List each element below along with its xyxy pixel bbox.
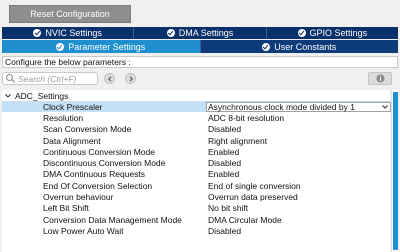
search-toolbar <box>2 70 398 88</box>
param-name: Resolution <box>43 112 84 123</box>
param-value: ADC 8-bit resolution <box>208 112 285 123</box>
next-icon <box>129 75 133 82</box>
param-value: Disabled <box>208 124 242 135</box>
tab-label: NVIC Settings <box>45 28 102 38</box>
param-name: Continuous Conversion Mode <box>43 146 155 157</box>
param-value: No bit shift <box>208 203 249 214</box>
check-icon <box>56 42 65 51</box>
tab-label: DMA Settings <box>178 28 234 38</box>
vertical-scrollbar[interactable] <box>391 90 398 252</box>
param-row[interactable]: Conversion Data Management Mode DMA Circ… <box>2 214 390 225</box>
param-name: DMA Continuous Requests <box>43 169 146 180</box>
param-row[interactable]: Overrun behaviour Overrun data preserved <box>2 191 390 202</box>
param-name: Discontinuous Conversion Mode <box>43 158 166 169</box>
param-row[interactable]: Clock Prescaler Asynchronous clock mode … <box>2 101 391 113</box>
param-value: Overrun data preserved <box>208 192 298 203</box>
param-name: Overrun behaviour <box>43 192 114 203</box>
param-value: Disabled <box>208 225 242 236</box>
check-icon <box>166 29 175 37</box>
param-value: DMA Circular Mode <box>208 214 282 225</box>
tab-label: Parameter Settings <box>68 41 146 52</box>
param-row[interactable]: Discontinuous Conversion Mode Disabled <box>2 157 390 168</box>
group-label: ADC_Settings <box>15 90 69 101</box>
info-icon <box>376 74 384 83</box>
param-row[interactable]: Continuous Conversion Mode Enabled <box>2 146 390 157</box>
tab-label: GPIO Settings <box>309 28 368 38</box>
param-row[interactable]: Left Bit Shift No bit shift <box>2 203 390 214</box>
check-icon <box>297 29 306 37</box>
param-row[interactable]: Scan Conversion Mode Disabled <box>2 124 390 135</box>
param-value: Right alignment <box>208 135 268 146</box>
param-value: Disabled <box>208 158 242 169</box>
collapse-icon <box>5 93 11 98</box>
prev-icon <box>107 75 111 82</box>
configure-instructions: Configure the below parameters : <box>2 56 398 68</box>
configure-text: Configure the below parameters : <box>5 57 131 67</box>
check-icon <box>262 42 271 51</box>
tab-parameter-settings[interactable]: Parameter Settings <box>2 40 201 53</box>
tab-bar-top: NVIC Settings DMA Settings GPIO Settings <box>2 27 398 39</box>
scrollbar-thumb[interactable] <box>393 92 398 250</box>
param-name: Clock Prescaler <box>43 101 103 112</box>
param-row[interactable]: Low Power Auto Wait Disabled <box>2 225 390 236</box>
search-next-button[interactable] <box>125 73 136 84</box>
search-input[interactable] <box>16 73 94 84</box>
param-name: Low Power Auto Wait <box>43 225 124 236</box>
param-row[interactable]: Resolution ADC 8-bit resolution <box>2 112 390 123</box>
tab-nvic-settings[interactable]: NVIC Settings <box>2 27 135 39</box>
param-name: End Of Conversion Selection <box>43 180 153 191</box>
param-row[interactable]: End Of Conversion Selection End of singl… <box>2 180 390 191</box>
param-value: Asynchronous clock mode divided by 1 <box>208 101 355 112</box>
tab-label: User Constants <box>274 41 337 52</box>
param-value: Enabled <box>208 169 240 180</box>
check-icon <box>33 29 42 37</box>
param-name: Left Bit Shift <box>43 203 89 214</box>
param-value: Enabled <box>208 146 240 157</box>
search-box[interactable] <box>2 72 98 85</box>
reset-configuration-button[interactable]: Reset Configuration <box>9 5 131 23</box>
param-name: Data Alignment <box>43 135 101 146</box>
tab-dma-settings[interactable]: DMA Settings <box>134 27 267 39</box>
search-icon <box>5 73 15 83</box>
parameter-tree: ADC_Settings Clock Prescaler Asynchronou… <box>2 90 391 252</box>
param-name: Conversion Data Management Mode <box>43 214 182 225</box>
tab-bar-bottom: Parameter Settings User Constants <box>2 40 398 53</box>
tab-user-constants[interactable]: User Constants <box>201 40 399 53</box>
tab-gpio-settings[interactable]: GPIO Settings <box>267 27 398 39</box>
param-value: End of single conversion <box>208 180 301 191</box>
dropdown-toggle[interactable] <box>380 101 390 112</box>
group-adc-settings[interactable]: ADC_Settings <box>2 90 390 101</box>
chevron-down-icon <box>382 104 388 109</box>
param-name: Scan Conversion Mode <box>43 124 132 135</box>
info-button[interactable] <box>368 72 392 85</box>
param-row[interactable]: DMA Continuous Requests Enabled <box>2 169 390 180</box>
search-previous-button[interactable] <box>104 73 115 84</box>
param-row[interactable]: Data Alignment Right alignment <box>2 135 390 146</box>
